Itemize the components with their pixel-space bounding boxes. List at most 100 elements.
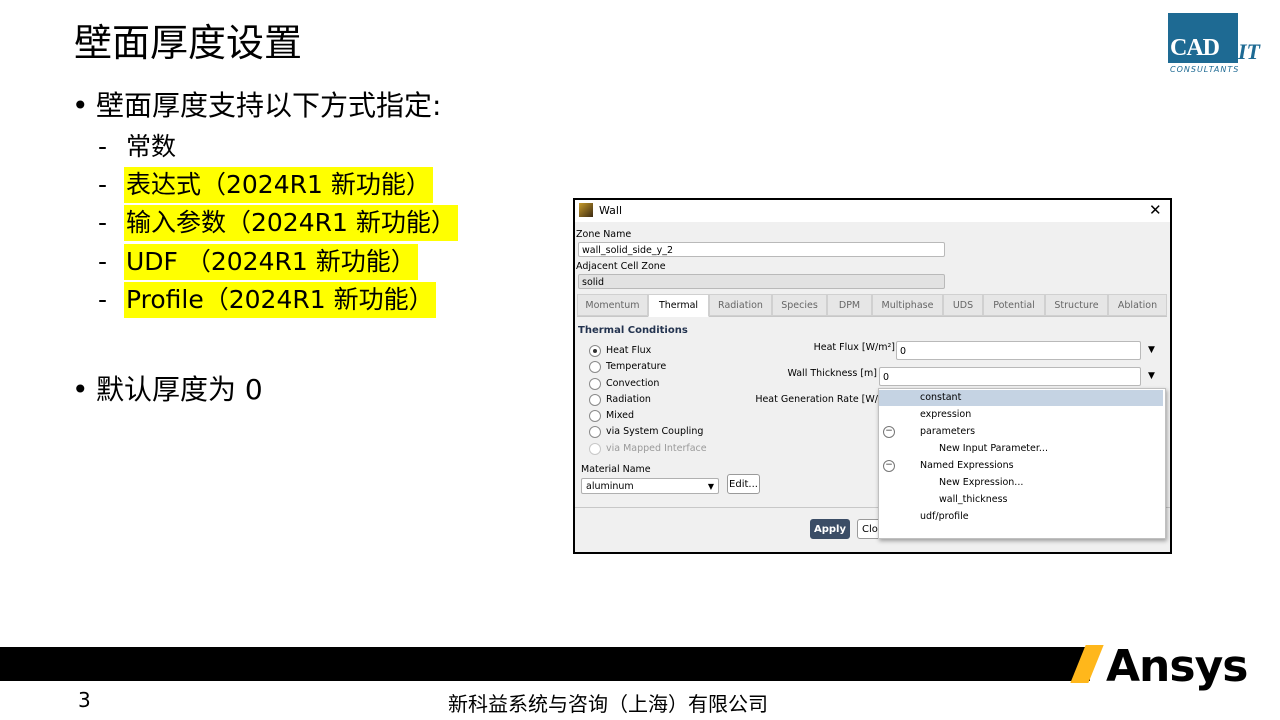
adjacent-cell-zone-label: Adjacent Cell Zone [576, 261, 666, 272]
radio-circle [589, 345, 601, 357]
logo-it-text: IT [1238, 39, 1260, 64]
radio-circle [589, 443, 601, 455]
heat-flux-label: Heat Flux [W/m²] [813, 342, 895, 353]
sub-item-text: UDF （2024R1 新功能） [124, 244, 418, 280]
wall-thickness-label: Wall Thickness [m] [787, 368, 877, 379]
menu-item-constant[interactable]: constant [879, 390, 1163, 406]
heat-flux-dropdown-icon[interactable]: ▼ [1148, 345, 1155, 355]
dialog-title: Wall [599, 204, 623, 217]
tab-radiation[interactable]: Radiation [709, 294, 772, 316]
tab-structure[interactable]: Structure [1045, 294, 1108, 316]
sub-dash: - [98, 285, 108, 314]
radio-mapped-interface: via Mapped Interface [589, 442, 769, 456]
bullet-text: 默认厚度为 0 [96, 373, 263, 406]
menu-item-label: expression [920, 409, 972, 420]
radio-circle [589, 410, 601, 422]
sub-item-text: Profile（2024R1 新功能） [124, 282, 436, 318]
menu-item-expression[interactable]: expression [879, 407, 1163, 423]
menu-item-label: parameters [920, 426, 976, 437]
dialog-titlebar: Wall ✕ [575, 200, 1170, 222]
fluent-app-icon [579, 203, 593, 217]
cadit-logo: CAD IT CONSULTANTS [1168, 13, 1274, 75]
radio-circle [589, 394, 601, 406]
bullet-dot: • [72, 89, 89, 122]
footer-bar [0, 647, 1090, 681]
menu-item-parameters[interactable]: − parameters [879, 424, 1163, 440]
slide-title: 壁面厚度设置 [74, 21, 303, 65]
menu-item-new-input-parameter[interactable]: New Input Parameter... [879, 441, 1163, 457]
tab-species[interactable]: Species [772, 294, 827, 316]
menu-item-label: Named Expressions [920, 460, 1014, 471]
menu-item-label: New Input Parameter... [939, 443, 1048, 454]
sub-item-text: 常数 [126, 132, 177, 161]
edit-material-button[interactable]: Edit... [727, 474, 760, 494]
material-value: aluminum [586, 481, 634, 492]
radio-convection[interactable]: Convection [589, 377, 769, 391]
radio-label: via System Coupling [606, 426, 704, 437]
bullet-default-thickness: • 默认厚度为 0 [72, 372, 263, 408]
logo-main-text: CAD [1170, 35, 1220, 61]
sub-item-profile: - Profile（2024R1 新功能） [98, 282, 458, 318]
radio-mixed[interactable]: Mixed [589, 409, 769, 423]
adjacent-cell-zone-field: solid [578, 274, 945, 289]
zone-name-field[interactable]: wall_solid_side_y_2 [578, 242, 945, 257]
radio-label: Heat Flux [606, 345, 652, 356]
wall-thickness-dropdown-menu: constant expression − parameters New Inpu… [878, 388, 1166, 539]
tab-uds[interactable]: UDS [943, 294, 983, 316]
radio-label: Temperature [606, 361, 667, 372]
collapse-icon[interactable]: − [883, 460, 895, 472]
tab-momentum[interactable]: Momentum [577, 294, 648, 316]
radio-label: Mixed [606, 410, 635, 421]
sub-item-input-parameter: - 输入参数（2024R1 新功能） [98, 205, 478, 241]
tab-thermal[interactable]: Thermal [648, 294, 709, 317]
menu-item-udf-profile[interactable]: udf/profile [879, 509, 1163, 525]
material-select[interactable]: aluminum ▼ [581, 478, 719, 494]
menu-item-label: wall_thickness [939, 494, 1008, 505]
bullet-wall-thickness-methods: • 壁面厚度支持以下方式指定: [72, 88, 441, 124]
menu-item-label: udf/profile [920, 511, 969, 522]
chevron-down-icon: ▼ [707, 482, 714, 491]
radio-circle [589, 378, 601, 390]
sub-item-text: 输入参数（2024R1 新功能） [124, 205, 458, 241]
menu-item-named-expressions[interactable]: − Named Expressions [879, 458, 1163, 474]
radio-circle [589, 426, 601, 438]
radio-system-coupling[interactable]: via System Coupling [589, 425, 769, 439]
bullet-dot: • [72, 373, 89, 406]
sub-item-text: 表达式（2024R1 新功能） [124, 167, 433, 203]
tab-ablation[interactable]: Ablation [1108, 294, 1167, 316]
radio-label: Convection [606, 378, 660, 389]
apply-button[interactable]: Apply [810, 519, 850, 539]
sub-item-udf: - UDF （2024R1 新功能） [98, 244, 458, 280]
sub-item-expression: - 表达式（2024R1 新功能） [98, 167, 458, 203]
menu-item-new-expression[interactable]: New Expression... [879, 475, 1163, 491]
ansys-logo: Ansys [1106, 641, 1248, 692]
thermal-conditions-title: Thermal Conditions [578, 325, 688, 336]
page-number: 3 [78, 688, 91, 712]
bullet-text: 壁面厚度支持以下方式指定: [96, 89, 442, 122]
menu-item-wall-thickness[interactable]: wall_thickness [879, 492, 1163, 508]
sub-dash: - [98, 132, 108, 161]
logo-sub-text: CONSULTANTS [1170, 65, 1240, 74]
close-icon[interactable]: ✕ [1149, 201, 1162, 219]
wall-thickness-field[interactable]: 0 [879, 367, 1141, 386]
zone-name-label: Zone Name [576, 229, 632, 240]
sub-dash: - [98, 208, 108, 237]
heat-generation-label: Heat Generation Rate [W/ [755, 394, 878, 405]
collapse-icon[interactable]: − [883, 426, 895, 438]
menu-item-label: New Expression... [939, 477, 1024, 488]
tab-dpm[interactable]: DPM [827, 294, 872, 316]
wall-dialog: Wall ✕ Zone Name wall_solid_side_y_2 Adj… [573, 198, 1172, 554]
heat-flux-field[interactable]: 0 [896, 341, 1141, 360]
radio-temperature[interactable]: Temperature [589, 360, 769, 374]
tab-multiphase[interactable]: Multiphase [872, 294, 943, 316]
footer-company: 新科益系统与咨询（上海）有限公司 [448, 692, 768, 716]
tab-potential[interactable]: Potential [983, 294, 1045, 316]
radio-heat-flux[interactable]: Heat Flux [589, 344, 769, 358]
material-name-label: Material Name [581, 464, 651, 475]
wall-thickness-dropdown-icon[interactable]: ▼ [1148, 371, 1155, 381]
sub-dash: - [98, 247, 108, 276]
dialog-tabs: Momentum Thermal Radiation Species DPM M… [577, 294, 1167, 317]
radio-label: Radiation [606, 394, 651, 405]
radio-label: via Mapped Interface [606, 443, 707, 454]
sub-dash: - [98, 170, 108, 199]
